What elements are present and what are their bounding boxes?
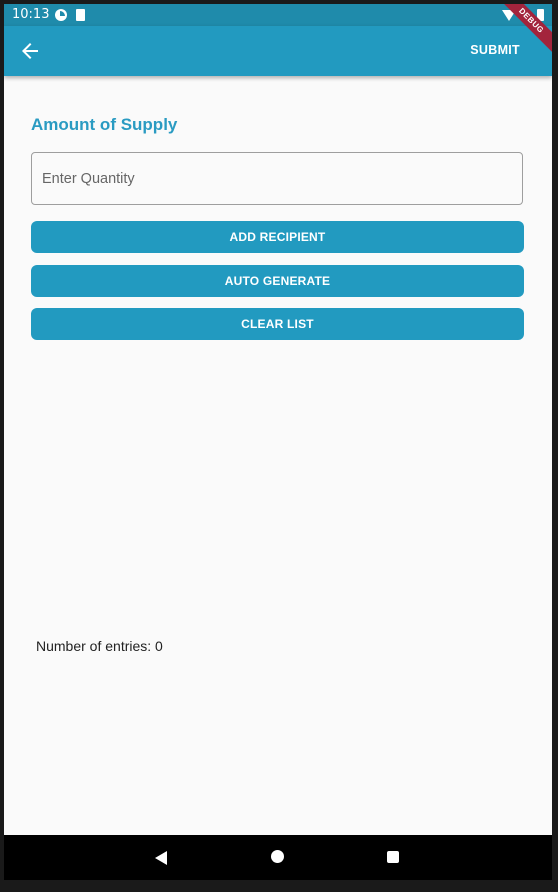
entries-count: Number of entries: 0: [36, 638, 163, 654]
quantity-input[interactable]: [31, 152, 523, 205]
system-nav-bar: [4, 835, 552, 880]
clear-list-button[interactable]: CLEAR LIST: [31, 308, 524, 340]
status-bar: 10:13: [4, 4, 552, 26]
nav-home-icon[interactable]: [271, 850, 284, 863]
status-time: 10:13: [12, 7, 50, 22]
app-screen: 10:13 SUBMIT DEBUG Amount of Supply ADD …: [4, 4, 552, 880]
nav-recents-icon[interactable]: [387, 851, 399, 863]
back-button[interactable]: [18, 39, 42, 63]
app-bar: SUBMIT: [4, 26, 552, 76]
arrow-back-icon: [22, 43, 38, 59]
sd-card-icon: [76, 9, 85, 21]
add-recipient-button[interactable]: ADD RECIPIENT: [31, 221, 524, 253]
auto-generate-button[interactable]: AUTO GENERATE: [31, 265, 524, 297]
notification-icon: [55, 9, 67, 21]
page-title: Amount of Supply: [31, 115, 178, 134]
nav-back-icon[interactable]: [155, 851, 167, 865]
submit-button[interactable]: SUBMIT: [470, 43, 520, 57]
